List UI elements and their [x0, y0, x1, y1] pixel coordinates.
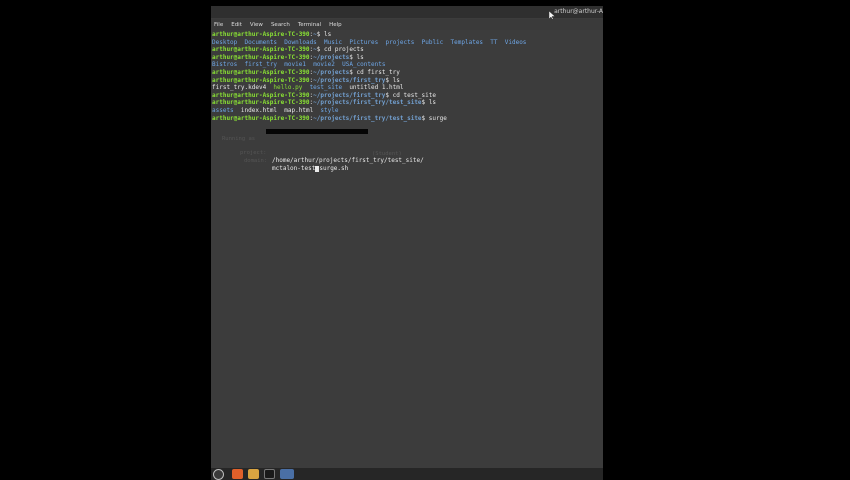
prompt-path: ~/projects/first_try	[313, 91, 386, 99]
listing-entry: Music	[324, 38, 343, 46]
prompt-path: ~/projects/first_try	[313, 76, 386, 84]
terminal-prompt-line: arthur@arthur-Aspire-TC-390:~/projects/f…	[212, 114, 447, 122]
listing-entry: TT	[490, 38, 498, 46]
prompt-user: arthur@arthur-Aspire-TC-390	[212, 46, 310, 54]
listing-entry: first_try.kdev4	[212, 84, 267, 92]
listing-entry: projects	[385, 38, 415, 46]
surge-domain-input[interactable]: mctalon-test surge.sh	[272, 165, 348, 173]
command-text: cd projects	[324, 46, 364, 54]
listing-entry: Public	[421, 38, 444, 46]
command-text: cd first_try	[356, 68, 400, 76]
command-text: cd test_site	[392, 91, 437, 99]
terminal-prompt-line: arthur@arthur-Aspire-TC-390:~/projects$ …	[212, 53, 364, 61]
prompt-path: ~/projects/first_try/test_site	[313, 114, 422, 122]
terminal-output[interactable]: arthur@arthur-Aspire-TC-390:~$ ls Deskto…	[211, 30, 603, 468]
menu-view[interactable]: View	[250, 22, 263, 28]
listing-entry: movie1	[284, 61, 306, 69]
menu-search[interactable]: Search	[271, 22, 290, 28]
menu-help[interactable]: Help	[329, 22, 342, 28]
prompt-path: ~/projects	[313, 53, 350, 61]
listing-entry: Documents	[244, 38, 278, 46]
domain-text-after-cursor: surge.sh	[319, 165, 349, 173]
prompt-path: ~/projects/first_try/test_site	[313, 99, 422, 107]
surge-project-path: /home/arthur/projects/first_try/test_sit…	[272, 157, 424, 165]
desktop-screen: arthur@arthur-A File Edit View Search Te…	[211, 6, 603, 480]
terminal-output-line: Bistros first_try movie1 movie2 USA_cont…	[212, 61, 602, 69]
prompt-path: ~/projects	[313, 68, 350, 76]
listing-entry: Downloads	[284, 38, 317, 46]
listing-entry: Bistros	[212, 61, 238, 69]
listing-entry: assets	[212, 106, 234, 114]
terminal-launcher-icon[interactable]	[264, 469, 275, 479]
listing-entry: Pictures	[349, 38, 379, 46]
menu-terminal[interactable]: Terminal	[298, 22, 321, 28]
terminal-prompt-line: arthur@arthur-Aspire-TC-390:~/projects$ …	[212, 68, 400, 76]
prompt-user: arthur@arthur-Aspire-TC-390	[212, 114, 310, 122]
listing-entry: style	[320, 106, 339, 114]
listing-entry: map.html	[284, 106, 314, 114]
redacted-email	[266, 129, 368, 135]
terminal-prompt-line: arthur@arthur-Aspire-TC-390:~/projects/f…	[212, 99, 437, 107]
command-text: surge	[428, 114, 447, 122]
menu-edit[interactable]: Edit	[231, 22, 242, 28]
command-text: ls	[356, 53, 364, 61]
terminal-prompt-line: arthur@arthur-Aspire-TC-390:~/projects/f…	[212, 91, 437, 99]
menu-file[interactable]: File	[214, 22, 223, 28]
terminal-prompt-line: arthur@arthur-Aspire-TC-390:~$ ls	[212, 31, 332, 38]
listing-entry: index.html	[240, 106, 278, 114]
domain-text-before-cursor: mctalon-test	[272, 165, 316, 173]
listing-entry: hello.py	[273, 84, 303, 92]
open-window-icon[interactable]	[280, 469, 294, 479]
listing-entry: first_try	[244, 61, 278, 69]
listing-entry: Desktop	[212, 38, 238, 46]
command-text: ls	[324, 31, 332, 38]
listing-entry: Videos	[504, 38, 527, 46]
surge-project-row: project: /home/arthur/projects/first_try…	[212, 142, 602, 165]
terminal-output-line: assets index.html map.html style	[212, 107, 602, 115]
surge-domain-row: domain: mctalon-test surge.sh	[212, 150, 602, 173]
prompt-user: arthur@arthur-Aspire-TC-390	[212, 99, 310, 107]
file-manager-icon[interactable]	[248, 469, 259, 479]
command-text: ls	[392, 76, 400, 84]
start-menu-icon[interactable]	[213, 468, 224, 480]
window-title: arthur@arthur-A	[554, 8, 603, 15]
command-text: ls	[428, 99, 437, 107]
listing-entry: test_site	[309, 84, 343, 92]
surge-login-row: Running as (Student)	[212, 128, 602, 157]
prompt-user: arthur@arthur-Aspire-TC-390	[212, 76, 310, 84]
prompt-user: arthur@arthur-Aspire-TC-390	[212, 68, 310, 76]
browser-icon[interactable]	[232, 469, 243, 479]
taskbar	[211, 468, 603, 480]
menu-bar: File Edit View Search Terminal Help	[211, 19, 603, 30]
terminal-prompt-line: arthur@arthur-Aspire-TC-390:~$ cd projec…	[212, 46, 364, 54]
prompt-user: arthur@arthur-Aspire-TC-390	[212, 53, 310, 61]
terminal-title-bar[interactable]: arthur@arthur-A	[211, 6, 603, 20]
surge-domain-label: domain:	[244, 157, 268, 164]
terminal-output-line: first_try.kdev4 hello.py test_site untit…	[212, 84, 602, 92]
listing-entry: Templates	[450, 38, 484, 46]
terminal-output-line: Desktop Documents Downloads Music Pictur…	[212, 39, 602, 47]
listing-entry: movie2	[313, 61, 335, 69]
terminal-prompt-line: arthur@arthur-Aspire-TC-390:~/projects/f…	[212, 76, 400, 84]
prompt-user: arthur@arthur-Aspire-TC-390	[212, 91, 310, 99]
listing-entry: untitled 1.html	[349, 84, 404, 92]
listing-entry: USA_contents	[342, 61, 386, 69]
prompt-user: arthur@arthur-Aspire-TC-390	[212, 31, 310, 38]
